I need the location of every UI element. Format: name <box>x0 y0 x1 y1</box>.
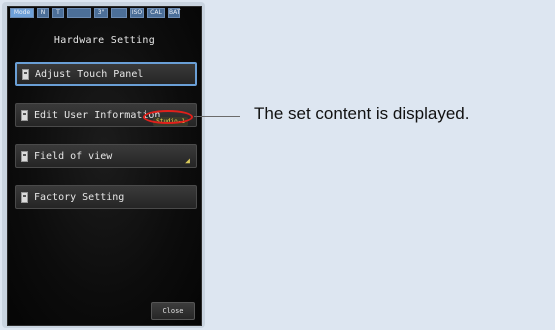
menu-item-label: Edit User Information <box>34 109 161 121</box>
callout-text: The set content is displayed. <box>254 104 470 123</box>
menu-item-icon <box>21 191 28 203</box>
status-blank-2 <box>111 8 127 18</box>
menu-item-label: Factory Setting <box>34 191 125 203</box>
menu-item-label: Adjust Touch Panel <box>35 68 144 80</box>
status-mode: Mode <box>10 8 34 18</box>
factory-setting-button[interactable]: Factory Setting <box>15 185 197 209</box>
status-n: N <box>37 8 49 18</box>
menu-item-icon <box>21 150 28 162</box>
field-of-view-icon: ◢ <box>185 156 190 165</box>
status-time: 3" <box>94 8 108 18</box>
callout-line <box>194 116 240 117</box>
device-frame: Mode N T 3" ISO CAL BAT Hardware Setting… <box>2 2 205 328</box>
menu-item-label: Field of view <box>34 150 113 162</box>
battery-icon: BAT <box>168 8 181 18</box>
status-iso: ISO <box>130 8 144 18</box>
status-cal: CAL <box>147 8 165 18</box>
status-t: T <box>52 8 64 18</box>
menu-item-icon <box>21 109 28 121</box>
close-button[interactable]: Close <box>151 302 195 320</box>
highlight-ellipse <box>143 110 193 124</box>
screen-title: Hardware Setting <box>53 35 156 46</box>
field-of-view-button[interactable]: Field of view ◢ <box>15 144 197 168</box>
status-blank <box>67 8 91 18</box>
status-bar: Mode N T 3" ISO CAL BAT <box>8 7 201 19</box>
adjust-touch-panel-button[interactable]: Adjust Touch Panel <box>15 62 197 86</box>
meter-screen: Mode N T 3" ISO CAL BAT Hardware Setting… <box>7 6 202 326</box>
menu-item-icon <box>22 68 29 80</box>
